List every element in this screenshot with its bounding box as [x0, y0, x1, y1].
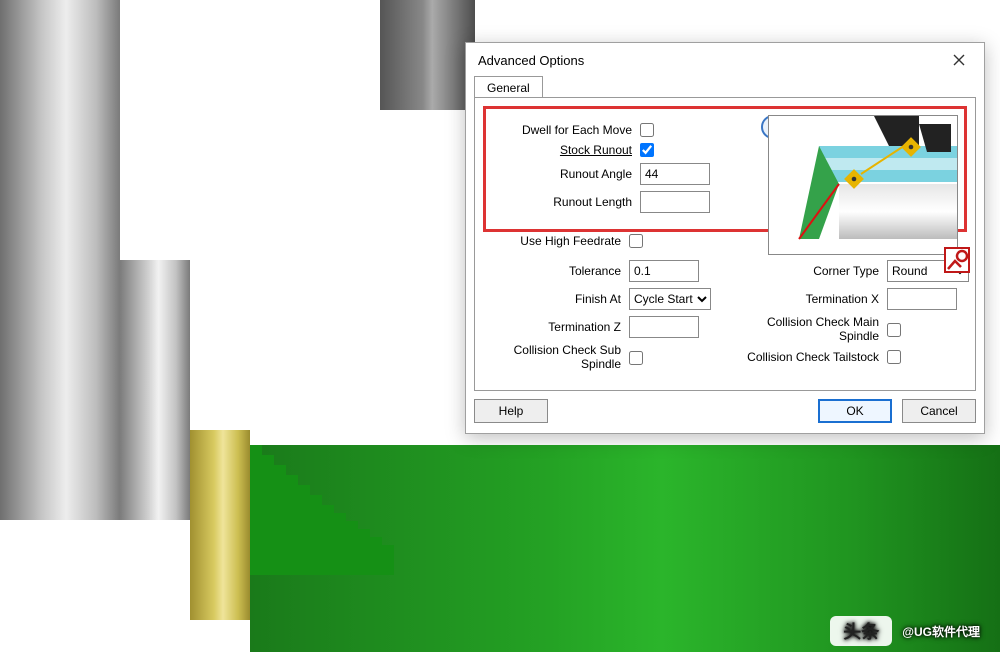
tab-general[interactable]: General — [474, 76, 543, 98]
finish-at-select[interactable]: Cycle Start — [629, 288, 711, 310]
watermark: 头条 @UG软件代理 — [830, 616, 980, 646]
ccheck-tail-checkbox[interactable] — [887, 350, 901, 364]
tabstrip: General — [466, 75, 984, 97]
tolerance-label: Tolerance — [481, 264, 621, 278]
watermark-text: @UG软件代理 — [902, 623, 980, 640]
magnify-icon[interactable] — [944, 247, 970, 273]
dialog-title: Advanced Options — [478, 53, 584, 68]
model-shaft-brass — [190, 430, 250, 620]
advanced-options-dialog: Advanced Options General ? — [465, 42, 985, 434]
ccheck-main-checkbox[interactable] — [887, 323, 901, 337]
use-high-feedrate-checkbox[interactable] — [629, 234, 643, 248]
ccheck-sub-checkbox[interactable] — [629, 351, 643, 365]
termination-z-input[interactable] — [629, 316, 699, 338]
ccheck-tail-label: Collision Check Tailstock — [729, 350, 879, 364]
termination-x-input[interactable] — [887, 288, 957, 310]
watermark-badge: 头条 — [830, 616, 892, 646]
ok-button[interactable]: OK — [818, 399, 892, 423]
cancel-button[interactable]: Cancel — [902, 399, 976, 423]
dialog-titlebar[interactable]: Advanced Options — [466, 43, 984, 75]
close-icon — [953, 54, 965, 66]
use-high-feedrate-label: Use High Feedrate — [481, 234, 621, 248]
stock-runout-checkbox[interactable] — [640, 143, 654, 157]
dialog-buttonbar: Help OK Cancel — [466, 391, 984, 433]
model-tool-holder — [380, 0, 475, 110]
runout-diagram — [768, 115, 958, 255]
tolerance-input[interactable] — [629, 260, 699, 282]
finish-at-label: Finish At — [481, 292, 621, 306]
tab-body-general: ? — [474, 97, 976, 391]
highlight-frame: ? — [483, 106, 967, 232]
runout-diagram-svg — [769, 116, 958, 255]
model-steps — [250, 445, 450, 575]
runout-length-label: Runout Length — [492, 195, 632, 209]
ccheck-main-label: Collision Check Main Spindle — [729, 316, 879, 344]
runout-length-input[interactable] — [640, 191, 710, 213]
stock-runout-label[interactable]: Stock Runout — [492, 143, 632, 157]
termination-z-label: Termination Z — [481, 320, 621, 334]
runout-angle-label: Runout Angle — [492, 167, 632, 181]
ccheck-sub-label: Collision Check Sub Spindle — [481, 344, 621, 372]
corner-type-label: Corner Type — [729, 264, 879, 278]
help-button[interactable]: Help — [474, 399, 548, 423]
termination-x-label: Termination X — [729, 292, 879, 306]
model-shaft-medium — [120, 260, 190, 520]
model-shaft-large — [0, 0, 120, 520]
dwell-each-move-checkbox[interactable] — [640, 123, 654, 137]
runout-angle-input[interactable] — [640, 163, 710, 185]
dwell-each-move-label: Dwell for Each Move — [492, 123, 632, 137]
close-button[interactable] — [942, 49, 976, 71]
